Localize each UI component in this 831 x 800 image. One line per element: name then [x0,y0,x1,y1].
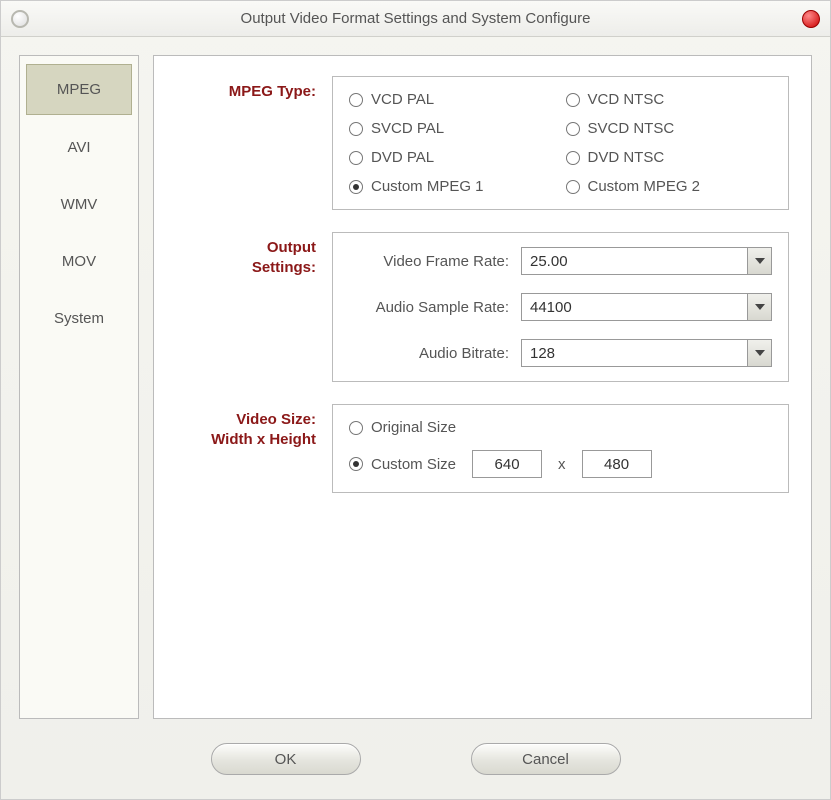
radio-svcd-pal[interactable]: SVCD PAL [349,120,556,137]
radio-dvd-ntsc[interactable]: DVD NTSC [566,149,773,166]
radio-original-size[interactable]: Original Size [349,419,772,436]
chevron-down-icon [747,248,771,274]
audio-bitrate-label: Audio Bitrate: [349,345,509,362]
audio-bitrate-select[interactable]: 128 [521,339,772,367]
audio-sample-rate-label: Audio Sample Rate: [349,299,509,316]
radio-icon [349,151,363,165]
audio-bitrate-row: Audio Bitrate: 128 [349,339,772,367]
radio-icon [566,93,580,107]
cancel-button[interactable]: Cancel [471,743,621,775]
format-tabs: MPEG AVI WMV MOV System [19,55,139,719]
chevron-down-icon [747,340,771,366]
radio-vcd-pal[interactable]: VCD PAL [349,91,556,108]
tab-avi[interactable]: AVI [26,123,132,172]
titlebar: Output Video Format Settings and System … [1,1,830,37]
radio-vcd-ntsc[interactable]: VCD NTSC [566,91,773,108]
tab-mov[interactable]: MOV [26,237,132,286]
ok-button[interactable]: OK [211,743,361,775]
audio-sample-rate-row: Audio Sample Rate: 44100 [349,293,772,321]
chevron-down-icon [747,294,771,320]
window-menu-button[interactable] [11,10,29,28]
tab-wmv[interactable]: WMV [26,180,132,229]
radio-icon [349,421,363,435]
radio-custom-size[interactable]: Custom Size [349,456,456,473]
output-settings-group: Video Frame Rate: 25.00 Audio Sample Rat… [332,232,789,382]
radio-icon [566,151,580,165]
radio-custom-mpeg2[interactable]: Custom MPEG 2 [566,178,773,195]
radio-icon [566,122,580,136]
width-input[interactable] [472,450,542,478]
mpeg-type-group: VCD PAL VCD NTSC SVCD PAL SVCD NTSC DVD … [332,76,789,210]
settings-window: Output Video Format Settings and System … [0,0,831,800]
output-settings-label: Output Settings: [176,232,316,382]
height-input[interactable] [582,450,652,478]
content-area: MPEG AVI WMV MOV System MPEG Type: VCD P… [1,37,830,719]
mpeg-type-label: MPEG Type: [176,76,316,210]
radio-svcd-ntsc[interactable]: SVCD NTSC [566,120,773,137]
mpeg-type-section: MPEG Type: VCD PAL VCD NTSC SVCD PAL SVC… [176,76,789,210]
close-icon[interactable] [802,10,820,28]
window-title: Output Video Format Settings and System … [241,10,591,27]
radio-icon [349,180,363,194]
video-size-group: Original Size Custom Size x [332,404,789,493]
video-size-section: Video Size: Width x Height Original Size… [176,404,789,493]
video-frame-rate-select[interactable]: 25.00 [521,247,772,275]
video-frame-rate-label: Video Frame Rate: [349,253,509,270]
radio-icon [566,180,580,194]
radio-dvd-pal[interactable]: DVD PAL [349,149,556,166]
radio-icon [349,93,363,107]
main-panel: MPEG Type: VCD PAL VCD NTSC SVCD PAL SVC… [153,55,812,719]
tab-mpeg[interactable]: MPEG [26,64,132,115]
radio-icon [349,122,363,136]
output-settings-section: Output Settings: Video Frame Rate: 25.00… [176,232,789,382]
audio-sample-rate-select[interactable]: 44100 [521,293,772,321]
size-separator: x [558,456,566,473]
radio-custom-mpeg1[interactable]: Custom MPEG 1 [349,178,556,195]
dialog-buttons: OK Cancel [1,719,830,799]
video-size-label: Video Size: Width x Height [176,404,316,493]
tab-system[interactable]: System [26,294,132,343]
radio-icon [349,457,363,471]
video-frame-rate-row: Video Frame Rate: 25.00 [349,247,772,275]
